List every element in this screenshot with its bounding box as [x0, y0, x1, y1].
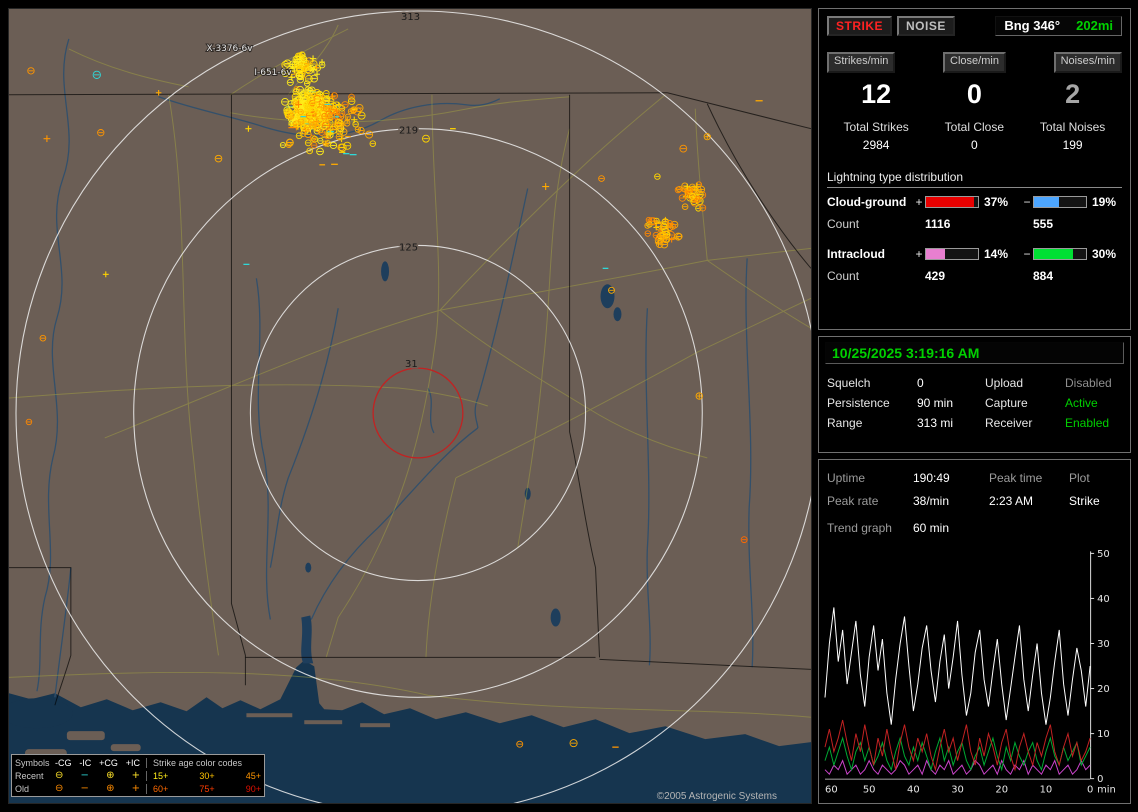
- minus-sign: −: [1023, 195, 1031, 209]
- bearing-readout: Bng 346° 202mi: [995, 16, 1122, 36]
- strikes-per-min-badge[interactable]: Strikes/min: [827, 52, 896, 73]
- minus-sign: −: [1023, 247, 1031, 261]
- cg-neg-bar: [1033, 196, 1087, 208]
- plus-sign: +: [915, 195, 923, 209]
- svg-text:125: 125: [399, 242, 418, 253]
- total-close-label: Total Close: [944, 120, 1005, 134]
- map-canvas[interactable]: 313 219 125 31 X-3376-6v I-651-6v: [9, 9, 811, 803]
- close-per-min-value: 0: [966, 79, 982, 109]
- svg-text:30: 30: [951, 785, 964, 796]
- bearing-distance: 202mi: [1076, 18, 1113, 33]
- info-row: Persistence 90 min Capture Active: [825, 393, 1124, 413]
- age-30: 30+: [199, 770, 215, 781]
- svg-text:30: 30: [1097, 639, 1110, 650]
- svg-text:0: 0: [1097, 774, 1103, 785]
- stats-panel: STRIKE NOISE Bng 346° 202mi Strikes/min …: [818, 8, 1131, 330]
- age-90: 90+: [245, 783, 261, 794]
- cloud-ground-row: Cloud-ground + 37% − 19%: [827, 195, 1117, 209]
- cg-neg-icon: ⊖: [55, 769, 64, 781]
- ic-pos-icon: +: [131, 782, 140, 794]
- svg-text:313: 313: [401, 12, 420, 23]
- legend-type-ic-neg: -IC: [79, 757, 92, 768]
- legend-type-ic-pos: +IC: [125, 757, 140, 768]
- legend-type-cg-pos: +CG: [99, 757, 118, 768]
- age-60: 60+: [153, 783, 169, 794]
- cg-pos-icon: ⊕: [106, 769, 115, 781]
- svg-text:X-3376-6v: X-3376-6v: [207, 44, 254, 54]
- cloud-ground-counts: Count 1116 555: [827, 217, 1054, 231]
- cg-neg-icon: ⊖: [55, 782, 64, 794]
- svg-text:50: 50: [1097, 549, 1110, 560]
- plus-sign: +: [915, 247, 923, 261]
- legend-type-cg-neg: -CG: [55, 757, 72, 768]
- cg-pos-bar: [925, 196, 979, 208]
- svg-text:0: 0: [1087, 785, 1093, 796]
- lightning-map[interactable]: 313 219 125 31 X-3376-6v I-651-6v Symbols -CG…: [8, 8, 812, 804]
- intracloud-counts: Count 429 884: [827, 269, 1054, 283]
- session-row: Uptime 190:49 Peak time Plot: [827, 470, 1090, 485]
- trend-chart-canvas: 0102030405060 50 40 30 20 10 0 min: [824, 549, 1116, 796]
- svg-text:60: 60: [825, 785, 838, 796]
- ic-neg-bar: [1033, 248, 1087, 260]
- legend-header: Symbols -CG -IC +CG +IC Strike age color…: [15, 756, 261, 769]
- svg-text:20: 20: [1097, 684, 1110, 695]
- svg-text:20: 20: [995, 785, 1008, 796]
- cg-pos-icon: ⊕: [106, 782, 115, 794]
- svg-text:min: min: [1097, 785, 1116, 796]
- receiver-status: Enabled: [1065, 416, 1110, 430]
- svg-text:40: 40: [907, 785, 920, 796]
- ic-pos-bar: [925, 248, 979, 260]
- capture-status: Active: [1065, 396, 1098, 410]
- info-row: Range 313 mi Receiver Enabled: [825, 413, 1124, 433]
- svg-text:40: 40: [1097, 594, 1110, 605]
- total-noises-label: Total Noises: [1039, 120, 1106, 134]
- total-close-value: 0: [971, 138, 978, 152]
- legend-symbols-title: Symbols: [15, 757, 50, 768]
- info-panel: 10/25/2025 3:19:16 AM Squelch 0 Upload D…: [818, 336, 1131, 453]
- total-strikes-label: Total Strikes: [843, 120, 909, 134]
- legend-age-title: Strike age color codes: [153, 757, 243, 768]
- ic-pos-icon: +: [131, 769, 140, 781]
- bearing-value: Bng 346°: [1004, 18, 1061, 33]
- intracloud-row: Intracloud + 14% − 30%: [827, 247, 1117, 261]
- strike-button[interactable]: STRIKE: [827, 16, 893, 36]
- ic-neg-icon: −: [80, 769, 89, 781]
- upload-status: Disabled: [1065, 376, 1112, 390]
- total-noises-value: 199: [1062, 138, 1083, 152]
- trend-graph-label-row: Trend graph 60 min: [827, 521, 950, 535]
- svg-text:50: 50: [863, 785, 876, 796]
- datetime-display: 10/25/2025 3:19:16 AM: [825, 342, 1124, 364]
- svg-text:I-651-6v: I-651-6v: [254, 68, 292, 78]
- svg-text:10: 10: [1097, 729, 1110, 740]
- age-15: 15+: [153, 770, 169, 781]
- age-75: 75+: [199, 783, 215, 794]
- session-panel: Uptime 190:49 Peak time Plot Peak rate 3…: [818, 459, 1131, 804]
- close-per-min-badge[interactable]: Close/min: [943, 52, 1006, 73]
- svg-text:219: 219: [399, 126, 418, 137]
- distribution-title: Lightning type distribution: [827, 170, 1122, 188]
- age-45: 45+: [245, 770, 261, 781]
- legend-row-recent: Recent ⊖ − ⊕ + 15+ 30+ 45+: [15, 769, 261, 781]
- copyright-text: ©2005 Astrogenic Systems: [656, 791, 777, 802]
- noises-per-min-value: 2: [1065, 79, 1081, 109]
- map-legend: Symbols -CG -IC +CG +IC Strike age color…: [11, 754, 265, 797]
- svg-text:10: 10: [1040, 785, 1053, 796]
- svg-text:31: 31: [405, 359, 418, 370]
- legend-row-old: Old ⊖ − ⊕ + 60+ 75+ 90+: [15, 782, 261, 794]
- ic-neg-icon: −: [80, 782, 89, 794]
- noises-per-min-badge[interactable]: Noises/min: [1053, 52, 1122, 73]
- total-strikes-value: 2984: [862, 138, 890, 152]
- trend-graph: 0 10 20 30 40 50 60 50 40 30 20 10 0 min: [823, 547, 1126, 799]
- session-row: Peak rate 38/min 2:23 AM Strike: [827, 493, 1100, 508]
- info-row: Squelch 0 Upload Disabled: [825, 373, 1124, 393]
- strikes-per-min-value: 12: [861, 79, 892, 109]
- noise-button[interactable]: NOISE: [897, 16, 955, 36]
